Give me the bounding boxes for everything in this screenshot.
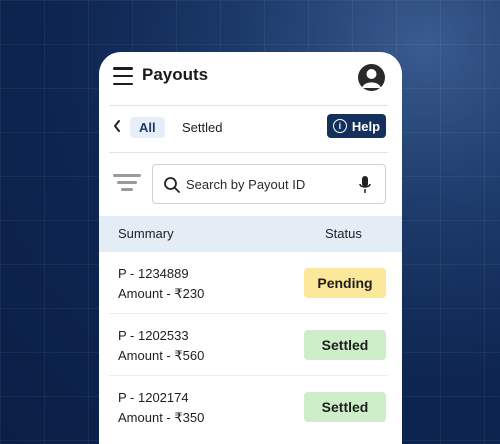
payout-id: P - 1202533	[118, 328, 189, 343]
user-avatar-icon[interactable]	[358, 64, 385, 91]
header-divider	[109, 105, 388, 106]
payout-id: P - 1234889	[118, 266, 189, 281]
search-icon	[163, 176, 181, 194]
status-badge: Pending	[304, 268, 386, 298]
table-row[interactable]: P - 1202533 Amount - ₹560 Settled	[99, 314, 402, 376]
column-header-status: Status	[325, 226, 362, 241]
status-badge: Settled	[304, 330, 386, 360]
chevron-left-icon[interactable]	[112, 118, 122, 138]
table-header: Summary Status	[99, 216, 402, 252]
page-title: Payouts	[142, 65, 209, 84]
payout-amount: Amount - ₹350	[118, 410, 205, 425]
help-button[interactable]: i Help	[327, 114, 386, 138]
filter-tabs: All Settled i Help	[99, 114, 402, 142]
info-icon: i	[332, 119, 347, 133]
table-row[interactable]: P - 1202174 Amount - ₹350 Settled	[99, 376, 402, 438]
payout-amount: Amount - ₹230	[118, 286, 205, 301]
tab-all[interactable]: All	[130, 117, 165, 138]
table-row[interactable]: P - 1234889 Amount - ₹230 Pending	[99, 252, 402, 314]
filter-icon[interactable]	[113, 174, 141, 196]
search-input[interactable]	[186, 165, 351, 203]
tabs-divider	[109, 152, 388, 153]
column-header-summary: Summary	[118, 226, 174, 241]
microphone-icon[interactable]	[359, 175, 371, 195]
status-badge: Settled	[304, 392, 386, 422]
help-label: Help	[351, 118, 381, 134]
payout-amount: Amount - ₹560	[118, 348, 205, 363]
phone-screen: Payouts All Settled i Help Search by Pay…	[99, 52, 402, 444]
search-box	[152, 164, 386, 204]
tab-settled[interactable]: Settled	[182, 120, 222, 135]
payout-id: P - 1202174	[118, 390, 189, 405]
app-bar: Payouts	[99, 52, 402, 102]
menu-icon[interactable]	[113, 67, 133, 85]
